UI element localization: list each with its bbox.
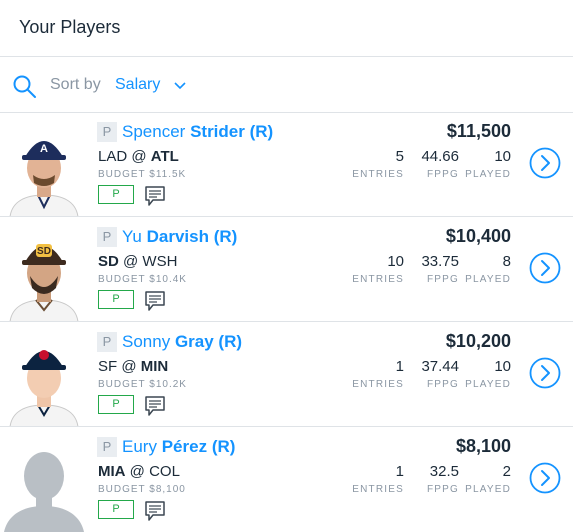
player-avatar: A xyxy=(0,113,88,216)
away-team: MIA xyxy=(98,463,126,480)
fppg-value: 32.5 xyxy=(429,463,459,480)
first-name: Spencer xyxy=(122,122,186,141)
throwing-hand: (R) xyxy=(249,122,274,141)
search-icon[interactable] xyxy=(12,74,38,100)
position-badge: P xyxy=(98,290,134,309)
entries-label: ENTRIES xyxy=(352,379,404,390)
budget-text: BUDGET $8,100 xyxy=(98,484,186,495)
note-icon[interactable] xyxy=(144,500,166,522)
chevron-right-icon[interactable] xyxy=(529,147,561,179)
throwing-hand: (R) xyxy=(213,227,238,246)
sort-bar: Sort by Salary xyxy=(0,57,573,113)
away-team: LAD xyxy=(98,148,128,165)
fppg-label: FPPG xyxy=(426,379,459,390)
position-tag: P xyxy=(97,332,117,352)
player-avatar xyxy=(0,323,88,426)
player-name[interactable]: Spencer Strider (R) xyxy=(122,122,273,142)
played-value: 8 xyxy=(502,253,511,270)
away-team: SF xyxy=(98,358,118,375)
position-tag: P xyxy=(97,227,117,247)
player-name[interactable]: Sonny Gray (R) xyxy=(122,332,242,352)
away-team: SD xyxy=(98,253,119,270)
chevron-down-icon[interactable] xyxy=(174,82,186,90)
home-team: MIN xyxy=(140,358,169,375)
entries-value: 5 xyxy=(395,148,404,165)
last-name: Pérez xyxy=(161,437,208,456)
at-symbol: @ xyxy=(131,148,147,165)
position-badge: P xyxy=(98,500,134,519)
entries-value: 1 xyxy=(395,358,404,375)
position-badge: P xyxy=(98,185,134,204)
played-label: PLAYED xyxy=(465,379,511,390)
salary: $8,100 xyxy=(455,436,511,456)
played-label: PLAYED xyxy=(465,169,511,180)
player-row[interactable]: P Eury Pérez (R) MIA @ COL BUDGET $8,100… xyxy=(0,428,573,532)
entries-value: 10 xyxy=(387,253,404,270)
first-name: Eury xyxy=(122,437,157,456)
at-symbol: @ xyxy=(123,253,139,270)
salary: $10,200 xyxy=(445,331,511,351)
player-row[interactable]: SD P Yu Darvish (R) SD @ WSH BUDGET $10.… xyxy=(0,218,573,322)
chevron-right-icon[interactable] xyxy=(529,462,561,494)
first-name: Sonny xyxy=(122,332,171,351)
last-name: Gray xyxy=(174,332,214,351)
last-name: Strider xyxy=(190,122,245,141)
entries-label: ENTRIES xyxy=(352,274,404,285)
fppg-value: 33.75 xyxy=(421,253,459,270)
sort-by-label: Sort by xyxy=(50,76,101,93)
sort-dropdown[interactable]: Salary xyxy=(115,76,160,94)
player-avatar-placeholder xyxy=(0,428,88,532)
budget-text: BUDGET $10.2K xyxy=(98,379,187,390)
matchup: LAD @ ATL xyxy=(98,148,179,165)
fppg-label: FPPG xyxy=(426,169,459,180)
entries-label: ENTRIES xyxy=(352,484,404,495)
salary: $10,400 xyxy=(445,226,511,246)
fppg-value: 37.44 xyxy=(421,358,459,375)
player-avatar: SD xyxy=(0,218,88,321)
player-row[interactable]: A P Spencer Strider (R) LAD @ ATL BUDGET… xyxy=(0,113,573,217)
last-name: Darvish xyxy=(146,227,209,246)
svg-text:A: A xyxy=(40,143,48,155)
played-value: 2 xyxy=(502,463,511,480)
svg-text:SD: SD xyxy=(37,246,51,257)
matchup: MIA @ COL xyxy=(98,463,180,480)
first-name: Yu xyxy=(122,227,142,246)
at-symbol: @ xyxy=(129,463,145,480)
home-team: WSH xyxy=(142,253,178,270)
salary: $11,500 xyxy=(446,121,511,141)
matchup: SF @ MIN xyxy=(98,358,168,375)
player-row[interactable]: P Sonny Gray (R) SF @ MIN BUDGET $10.2K … xyxy=(0,323,573,427)
page-header: Your Players xyxy=(0,0,573,57)
position-badge: P xyxy=(98,395,134,414)
fppg-value: 44.66 xyxy=(421,148,459,165)
note-icon[interactable] xyxy=(144,290,166,312)
budget-text: BUDGET $11.5K xyxy=(98,169,187,180)
player-name[interactable]: Yu Darvish (R) xyxy=(122,227,237,247)
position-tag: P xyxy=(97,122,117,142)
chevron-right-icon[interactable] xyxy=(529,252,561,284)
home-team: ATL xyxy=(150,148,179,165)
played-label: PLAYED xyxy=(465,484,511,495)
budget-text: BUDGET $10.4K xyxy=(98,274,187,285)
position-tag: P xyxy=(97,437,117,457)
note-icon[interactable] xyxy=(144,185,166,207)
throwing-hand: (R) xyxy=(211,437,236,456)
throwing-hand: (R) xyxy=(218,332,243,351)
played-value: 10 xyxy=(494,358,511,375)
note-icon[interactable] xyxy=(144,395,166,417)
fppg-label: FPPG xyxy=(426,274,459,285)
played-label: PLAYED xyxy=(465,274,511,285)
page-title: Your Players xyxy=(19,17,121,37)
player-name[interactable]: Eury Pérez (R) xyxy=(122,437,235,457)
entries-value: 1 xyxy=(395,463,404,480)
home-team: COL xyxy=(149,463,180,480)
chevron-right-icon[interactable] xyxy=(529,357,561,389)
fppg-label: FPPG xyxy=(426,484,459,495)
played-value: 10 xyxy=(494,148,511,165)
entries-label: ENTRIES xyxy=(352,169,404,180)
matchup: SD @ WSH xyxy=(98,253,177,270)
at-symbol: @ xyxy=(121,358,137,375)
